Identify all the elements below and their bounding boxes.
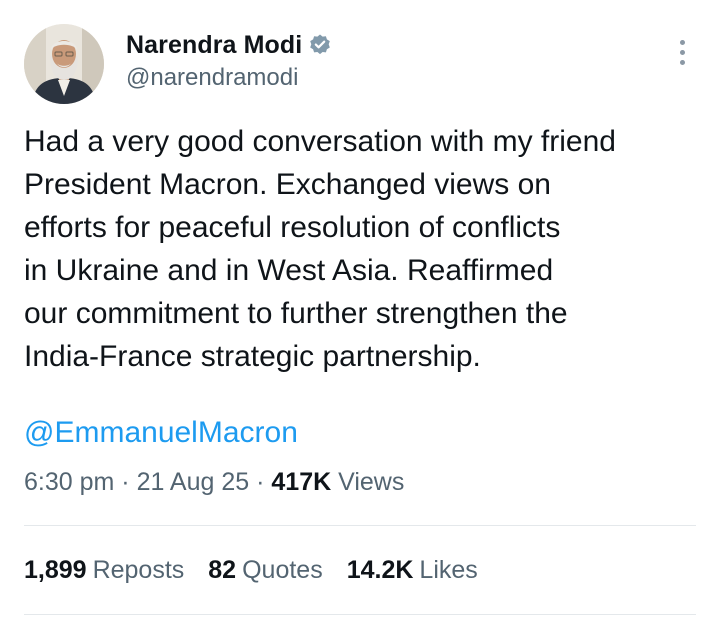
likes-label: Likes bbox=[419, 556, 478, 584]
quotes-label: Quotes bbox=[242, 556, 323, 584]
tweet-card: Narendra Modi @narendramodi Had a very g… bbox=[0, 0, 720, 620]
avatar[interactable] bbox=[24, 24, 104, 104]
views-label: Views bbox=[338, 468, 405, 496]
reposts-count: 1,899 bbox=[24, 556, 87, 584]
quotes-stat[interactable]: 82 Quotes bbox=[208, 556, 322, 585]
display-name[interactable]: Narendra Modi bbox=[126, 31, 302, 60]
more-vertical-icon[interactable] bbox=[670, 40, 694, 72]
meta-separator: · bbox=[249, 468, 272, 496]
display-name-row: Narendra Modi bbox=[126, 28, 332, 62]
tweet-text: Had a very good conversation with my fri… bbox=[24, 125, 616, 373]
meta-separator: · bbox=[114, 468, 137, 496]
tweet-header: Narendra Modi @narendramodi bbox=[24, 24, 696, 104]
divider bbox=[24, 614, 696, 615]
verified-check-icon[interactable] bbox=[308, 33, 332, 57]
views-count: 417K bbox=[271, 468, 332, 496]
avatar-image bbox=[24, 24, 104, 104]
divider bbox=[24, 525, 696, 526]
engagement-stats: 1,899 Reposts 82 Quotes 14.2K Likes bbox=[24, 556, 502, 585]
mention-link[interactable]: @EmmanuelMacron bbox=[24, 416, 298, 450]
author-handle[interactable]: @narendramodi bbox=[126, 64, 332, 92]
tweet-date[interactable]: 21 Aug 25 bbox=[137, 468, 250, 496]
likes-count: 14.2K bbox=[346, 556, 414, 584]
reposts-stat[interactable]: 1,899 Reposts bbox=[24, 556, 184, 585]
tweet-time[interactable]: 6:30 pm bbox=[24, 468, 114, 496]
likes-stat[interactable]: 14.2K Likes bbox=[347, 556, 478, 585]
quotes-count: 82 bbox=[208, 556, 237, 584]
tweet-meta: 6:30 pm · 21 Aug 25 · 417K Views bbox=[24, 468, 404, 497]
reposts-label: Reposts bbox=[92, 556, 185, 584]
author-names: Narendra Modi @narendramodi bbox=[126, 28, 332, 92]
